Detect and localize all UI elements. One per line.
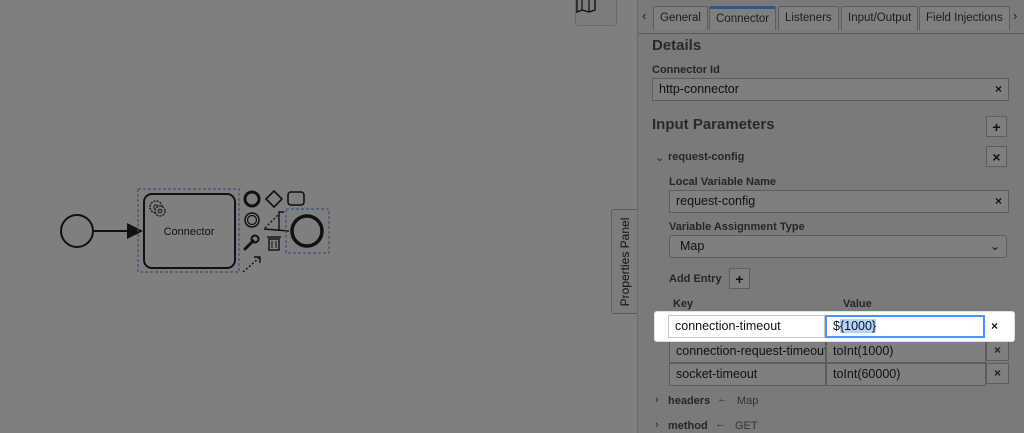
append-task-icon[interactable] bbox=[287, 191, 305, 206]
clear-local-variable-name-button[interactable]: × bbox=[995, 191, 1002, 212]
parameter-name-method[interactable]: method bbox=[668, 420, 708, 432]
entry-key-input[interactable]: socket-timeout bbox=[669, 363, 826, 386]
parameter-type-method: GET bbox=[735, 420, 758, 432]
value-column-header: Value bbox=[843, 298, 872, 310]
trash-icon[interactable] bbox=[267, 236, 281, 251]
tab-scroll-right-icon[interactable]: › bbox=[1013, 8, 1017, 23]
connector-id-label: Connector Id bbox=[652, 64, 720, 76]
map-icon bbox=[576, 0, 596, 13]
append-gateway-icon[interactable] bbox=[264, 189, 284, 209]
arrow-left-icon: ← bbox=[715, 418, 726, 430]
sequence-flow-2[interactable] bbox=[263, 228, 290, 232]
details-title: Details bbox=[652, 37, 702, 54]
properties-panel-toggle[interactable]: Properties Panel bbox=[611, 209, 638, 314]
properties-panel-toggle-label: Properties Panel bbox=[618, 217, 632, 306]
parameter-name-request-config[interactable]: request-config bbox=[668, 151, 744, 163]
variable-assignment-type-select[interactable]: Map ⌄ bbox=[669, 235, 1007, 258]
task-label: Connector bbox=[164, 226, 215, 238]
remove-entry-button[interactable]: × bbox=[991, 319, 998, 333]
entry-value-input-focused[interactable]: ${1000} bbox=[825, 315, 985, 338]
tab-input-output[interactable]: Input/Output bbox=[841, 6, 919, 30]
variable-assignment-type-value: Map bbox=[680, 239, 705, 253]
expand-chevron-icon[interactable]: › bbox=[655, 394, 659, 406]
add-entry-button[interactable]: + bbox=[729, 268, 750, 289]
add-input-parameter-button[interactable]: + bbox=[986, 116, 1007, 137]
tab-general[interactable]: General bbox=[653, 6, 708, 30]
minimap-toggle-button[interactable] bbox=[575, 0, 617, 26]
bpmn-canvas[interactable]: Connector bbox=[0, 0, 637, 433]
tab-field-injections[interactable]: Field Injections bbox=[919, 6, 1010, 30]
tab-scroll-left-icon[interactable]: ‹ bbox=[642, 8, 646, 23]
entry-key-input[interactable]: connection-request-timeout bbox=[669, 340, 826, 363]
connect-icon[interactable] bbox=[242, 256, 261, 273]
remove-entry-button[interactable]: × bbox=[986, 363, 1009, 384]
append-end-event-icon[interactable] bbox=[243, 190, 261, 208]
add-entry-label: Add Entry bbox=[669, 273, 722, 285]
parameter-type-headers: Map bbox=[737, 395, 759, 407]
connector-id-value: http-connector bbox=[659, 82, 739, 96]
arrow-left-icon: ← bbox=[717, 393, 728, 405]
tab-connector[interactable]: Connector bbox=[709, 6, 777, 30]
expand-chevron-icon[interactable]: › bbox=[655, 419, 659, 431]
parameter-name-headers[interactable]: headers bbox=[668, 395, 710, 407]
remove-entry-button[interactable]: × bbox=[986, 340, 1009, 361]
entry-value-input[interactable]: toInt(1000) bbox=[826, 340, 986, 363]
diagram: Connector bbox=[60, 188, 330, 273]
entry-key-input[interactable]: connection-timeout bbox=[668, 315, 825, 338]
text-annotation-icon[interactable] bbox=[264, 211, 284, 230]
tab-listeners[interactable]: Listeners bbox=[778, 6, 839, 30]
properties-panel: ‹ General Connector Listeners Input/Outp… bbox=[637, 0, 1024, 433]
selected-text: {1000} bbox=[839, 319, 877, 333]
end-event[interactable] bbox=[290, 214, 324, 248]
tab-bar: ‹ General Connector Listeners Input/Outp… bbox=[638, 4, 1024, 34]
variable-assignment-type-label: Variable Assignment Type bbox=[669, 221, 805, 233]
key-column-header: Key bbox=[673, 298, 694, 310]
collapse-chevron-icon[interactable]: ⌄ bbox=[655, 151, 664, 164]
entry-value-input[interactable]: toInt(60000) bbox=[826, 363, 986, 386]
tab-divider bbox=[638, 33, 1024, 34]
local-variable-name-label: Local Variable Name bbox=[669, 176, 776, 188]
start-event[interactable] bbox=[60, 214, 94, 248]
wrench-icon[interactable] bbox=[243, 234, 260, 251]
local-variable-name-value: request-config bbox=[676, 194, 756, 208]
local-variable-name-input[interactable]: request-config × bbox=[669, 190, 1009, 213]
clear-connector-id-button[interactable]: × bbox=[995, 79, 1002, 100]
entry-value-text: ${1000} bbox=[833, 319, 877, 333]
chevron-down-icon: ⌄ bbox=[989, 239, 1000, 253]
input-parameters-title: Input Parameters bbox=[652, 116, 775, 133]
connector-id-input[interactable]: http-connector × bbox=[652, 78, 1009, 101]
remove-request-config-button[interactable]: × bbox=[986, 146, 1007, 167]
highlighted-entry-row: connection-timeout ${1000} × bbox=[655, 312, 1014, 341]
